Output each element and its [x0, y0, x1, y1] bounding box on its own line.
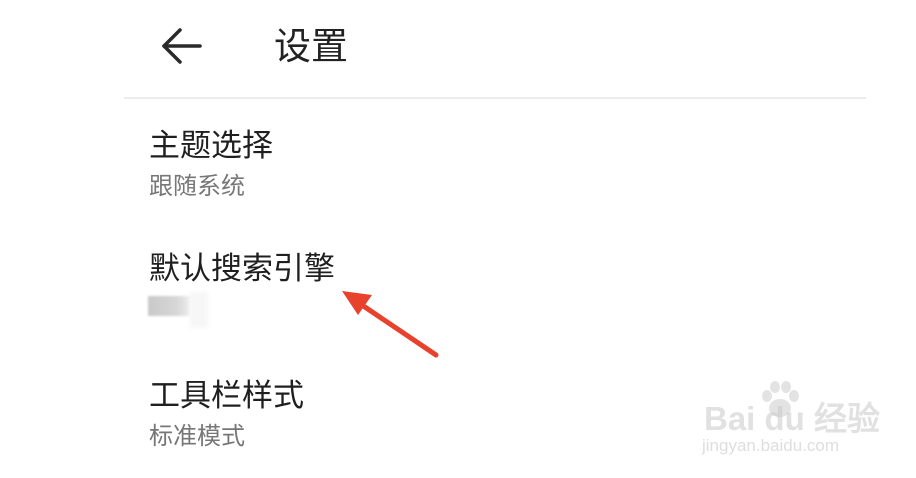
annotation-arrow-icon	[342, 291, 439, 358]
header-divider	[124, 97, 866, 99]
setting-search-engine-title: 默认搜索引擎	[149, 251, 335, 287]
back-button[interactable]	[154, 20, 210, 72]
watermark-url: jingyan.baidu.com	[702, 436, 840, 455]
setting-item-theme[interactable]: 主题选择 跟随系统	[149, 126, 749, 202]
watermark-logo: Bai du 经验	[704, 400, 881, 437]
baidu-jingyan-watermark: Bai du 经验 jingyan.baidu.com	[700, 378, 880, 462]
setting-toolbar-value: 标准模式	[149, 422, 245, 450]
redaction-blur	[190, 292, 208, 328]
setting-toolbar-title: 工具栏样式	[149, 378, 304, 414]
setting-item-search-engine[interactable]: 默认搜索引擎	[149, 249, 749, 289]
setting-search-engine-value-redacted	[148, 296, 190, 316]
setting-theme-title: 主题选择	[149, 128, 273, 164]
setting-theme-value: 跟随系统	[149, 172, 245, 200]
arrow-left-icon	[162, 28, 202, 64]
page-title: 设置	[274, 25, 348, 68]
setting-item-toolbar-style[interactable]: 工具栏样式 标准模式	[149, 376, 749, 452]
